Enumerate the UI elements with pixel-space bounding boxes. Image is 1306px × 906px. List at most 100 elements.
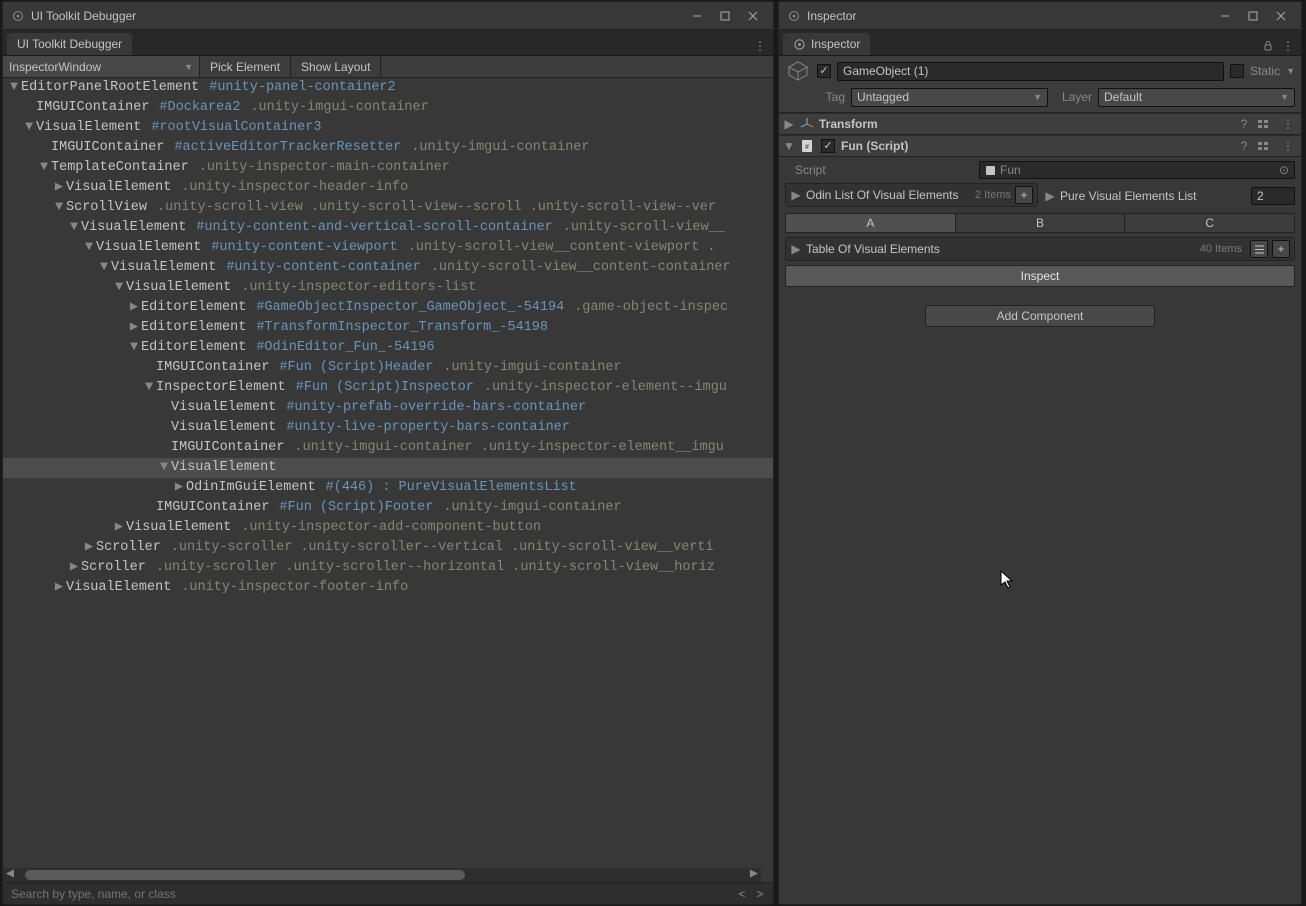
show-layout-button[interactable]: Show Layout bbox=[291, 56, 381, 77]
collapse-icon[interactable]: ▼ bbox=[22, 118, 36, 138]
gameobject-icon[interactable] bbox=[785, 58, 811, 84]
tree-row[interactable]: IMGUIContainer#Fun (Script)Header.unity-… bbox=[3, 358, 773, 378]
collapse-icon[interactable]: ▼ bbox=[7, 78, 21, 98]
minimize-button[interactable] bbox=[683, 6, 711, 26]
lock-button[interactable] bbox=[1259, 37, 1277, 55]
tree-row[interactable]: IMGUIContainer.unity-imgui-container .un… bbox=[3, 438, 773, 458]
collapse-icon[interactable]: ▼ bbox=[82, 238, 96, 258]
prev-match-button[interactable]: < bbox=[733, 887, 751, 901]
expand-icon[interactable]: ▶ bbox=[52, 178, 66, 198]
expand-icon[interactable]: ▶ bbox=[127, 318, 141, 338]
close-button[interactable] bbox=[739, 6, 767, 26]
expand-icon[interactable]: ▶ bbox=[67, 558, 81, 578]
tab-menu-button[interactable]: ⋮ bbox=[1279, 37, 1297, 55]
add-item-button[interactable]: + bbox=[1015, 186, 1033, 204]
expand-icon[interactable]: ▶ bbox=[112, 518, 126, 538]
inspect-button[interactable]: Inspect bbox=[785, 265, 1295, 287]
help-button[interactable]: ? bbox=[1235, 117, 1253, 131]
tree-row[interactable]: ▼VisualElement#unity-content-container.u… bbox=[3, 258, 773, 278]
tree-row[interactable]: VisualElement#unity-live-property-bars-c… bbox=[3, 418, 773, 438]
target-dropdown[interactable]: InspectorWindow ▼ bbox=[3, 56, 200, 77]
tree-row[interactable]: ▼ScrollView.unity-scroll-view .unity-scr… bbox=[3, 198, 773, 218]
search-input[interactable] bbox=[7, 887, 733, 901]
tree-row[interactable]: ▶VisualElement.unity-inspector-footer-in… bbox=[3, 578, 773, 598]
tree-row[interactable]: ▶EditorElement#TransformInspector_Transf… bbox=[3, 318, 773, 338]
minimize-button[interactable] bbox=[1211, 6, 1239, 26]
tree-view[interactable]: ▼EditorPanelRootElement#unity-panel-cont… bbox=[3, 78, 773, 882]
tab-menu-button[interactable]: ⋮ bbox=[751, 37, 769, 55]
tree-row[interactable]: IMGUIContainer#Dockarea2.unity-imgui-con… bbox=[3, 98, 773, 118]
tree-row[interactable]: ▼VisualElement.unity-inspector-editors-l… bbox=[3, 278, 773, 298]
foldout-icon[interactable]: ▼ bbox=[783, 139, 795, 153]
add-item-button[interactable]: + bbox=[1272, 240, 1290, 258]
tag-dropdown[interactable]: Untagged ▼ bbox=[851, 88, 1048, 107]
foldout-icon[interactable]: ▶ bbox=[783, 117, 795, 131]
tree-row[interactable]: ▼TemplateContainer.unity-inspector-main-… bbox=[3, 158, 773, 178]
add-component-button[interactable]: Add Component bbox=[925, 305, 1155, 327]
tab-c[interactable]: C bbox=[1125, 213, 1295, 233]
enabled-checkbox[interactable] bbox=[817, 64, 831, 78]
maximize-button[interactable] bbox=[711, 6, 739, 26]
tree-row[interactable]: ▼VisualElement#unity-content-and-vertica… bbox=[3, 218, 773, 238]
script-object-field[interactable]: Fun ⊙ bbox=[979, 161, 1295, 179]
tree-row[interactable]: ▶Scroller.unity-scroller .unity-scroller… bbox=[3, 558, 773, 578]
tree-row[interactable]: ▼EditorElement#OdinEditor_Fun_-54196 bbox=[3, 338, 773, 358]
foldout-icon[interactable]: ▶ bbox=[790, 242, 802, 256]
foldout-icon[interactable]: ▶ bbox=[790, 188, 802, 202]
collapse-icon[interactable]: ▼ bbox=[142, 378, 156, 398]
tree-row[interactable]: ▶Scroller.unity-scroller .unity-scroller… bbox=[3, 538, 773, 558]
tab-inspector[interactable]: Inspector bbox=[783, 33, 870, 55]
collapse-icon[interactable]: ▼ bbox=[67, 218, 81, 238]
tree-row[interactable]: VisualElement#unity-prefab-override-bars… bbox=[3, 398, 773, 418]
collapse-icon[interactable]: ▼ bbox=[52, 198, 66, 218]
list-size-field[interactable]: 2 bbox=[1251, 187, 1295, 205]
collapse-icon[interactable]: ▼ bbox=[97, 258, 111, 278]
expand-icon[interactable]: ▶ bbox=[52, 578, 66, 598]
tree-row[interactable]: ▶EditorElement#GameObjectInspector_GameO… bbox=[3, 298, 773, 318]
tree-row[interactable]: ▶OdinImGuiElement#(446) : PureVisualElem… bbox=[3, 478, 773, 498]
transform-component-header[interactable]: ▶ Transform ? ⋮ bbox=[779, 113, 1301, 135]
debugger-window: UI Toolkit Debugger UI Toolkit Debugger … bbox=[2, 1, 774, 905]
tree-row[interactable]: ▶VisualElement.unity-inspector-add-compo… bbox=[3, 518, 773, 538]
preset-button[interactable] bbox=[1257, 140, 1275, 152]
pick-element-button[interactable]: Pick Element bbox=[200, 56, 291, 77]
tab-b[interactable]: B bbox=[956, 213, 1126, 233]
tree-row[interactable]: ▼VisualElement#rootVisualContainer3 bbox=[3, 118, 773, 138]
fun-component-header[interactable]: ▼ # Fun (Script) ? ⋮ bbox=[779, 135, 1301, 157]
help-button[interactable]: ? bbox=[1235, 139, 1253, 153]
expand-icon[interactable]: ▶ bbox=[82, 538, 96, 558]
tree-row[interactable]: ▼VisualElement bbox=[3, 458, 773, 478]
context-menu-button[interactable]: ⋮ bbox=[1279, 139, 1297, 153]
horizontal-scrollbar[interactable]: ◀ ▶ bbox=[3, 868, 761, 882]
object-picker-icon[interactable]: ⊙ bbox=[1279, 163, 1289, 177]
tab-debugger[interactable]: UI Toolkit Debugger bbox=[7, 33, 132, 55]
gameobject-name-field[interactable]: GameObject (1) bbox=[837, 62, 1224, 81]
scroll-right-icon[interactable]: ▶ bbox=[747, 868, 761, 882]
next-match-button[interactable]: > bbox=[751, 887, 769, 901]
static-dropdown-icon[interactable]: ▼ bbox=[1286, 66, 1295, 76]
foldout-icon[interactable]: ▶ bbox=[1044, 189, 1056, 203]
tree-row[interactable]: ▶VisualElement.unity-inspector-header-in… bbox=[3, 178, 773, 198]
collapse-icon[interactable]: ▼ bbox=[127, 338, 141, 358]
collapse-icon[interactable]: ▼ bbox=[112, 278, 126, 298]
collapse-icon[interactable]: ▼ bbox=[37, 158, 51, 178]
scroll-left-icon[interactable]: ◀ bbox=[3, 868, 17, 882]
maximize-button[interactable] bbox=[1239, 6, 1267, 26]
paging-button[interactable] bbox=[1250, 240, 1268, 258]
context-menu-button[interactable]: ⋮ bbox=[1279, 117, 1297, 131]
scroll-thumb[interactable] bbox=[25, 870, 465, 880]
tab-a[interactable]: A bbox=[785, 213, 956, 233]
tree-row[interactable]: IMGUIContainer#Fun (Script)Footer.unity-… bbox=[3, 498, 773, 518]
tree-row[interactable]: ▼VisualElement#unity-content-viewport.un… bbox=[3, 238, 773, 258]
expand-icon[interactable]: ▶ bbox=[127, 298, 141, 318]
preset-button[interactable] bbox=[1257, 118, 1275, 130]
expand-icon[interactable]: ▶ bbox=[172, 478, 186, 498]
static-checkbox[interactable] bbox=[1230, 64, 1244, 78]
collapse-icon[interactable]: ▼ bbox=[157, 458, 171, 478]
tree-row[interactable]: ▼EditorPanelRootElement#unity-panel-cont… bbox=[3, 78, 773, 98]
component-enabled-checkbox[interactable] bbox=[821, 139, 835, 153]
tree-row[interactable]: IMGUIContainer#activeEditorTrackerResett… bbox=[3, 138, 773, 158]
close-button[interactable] bbox=[1267, 6, 1295, 26]
tree-row[interactable]: ▼InspectorElement#Fun (Script)Inspector.… bbox=[3, 378, 773, 398]
layer-dropdown[interactable]: Default ▼ bbox=[1098, 88, 1295, 107]
